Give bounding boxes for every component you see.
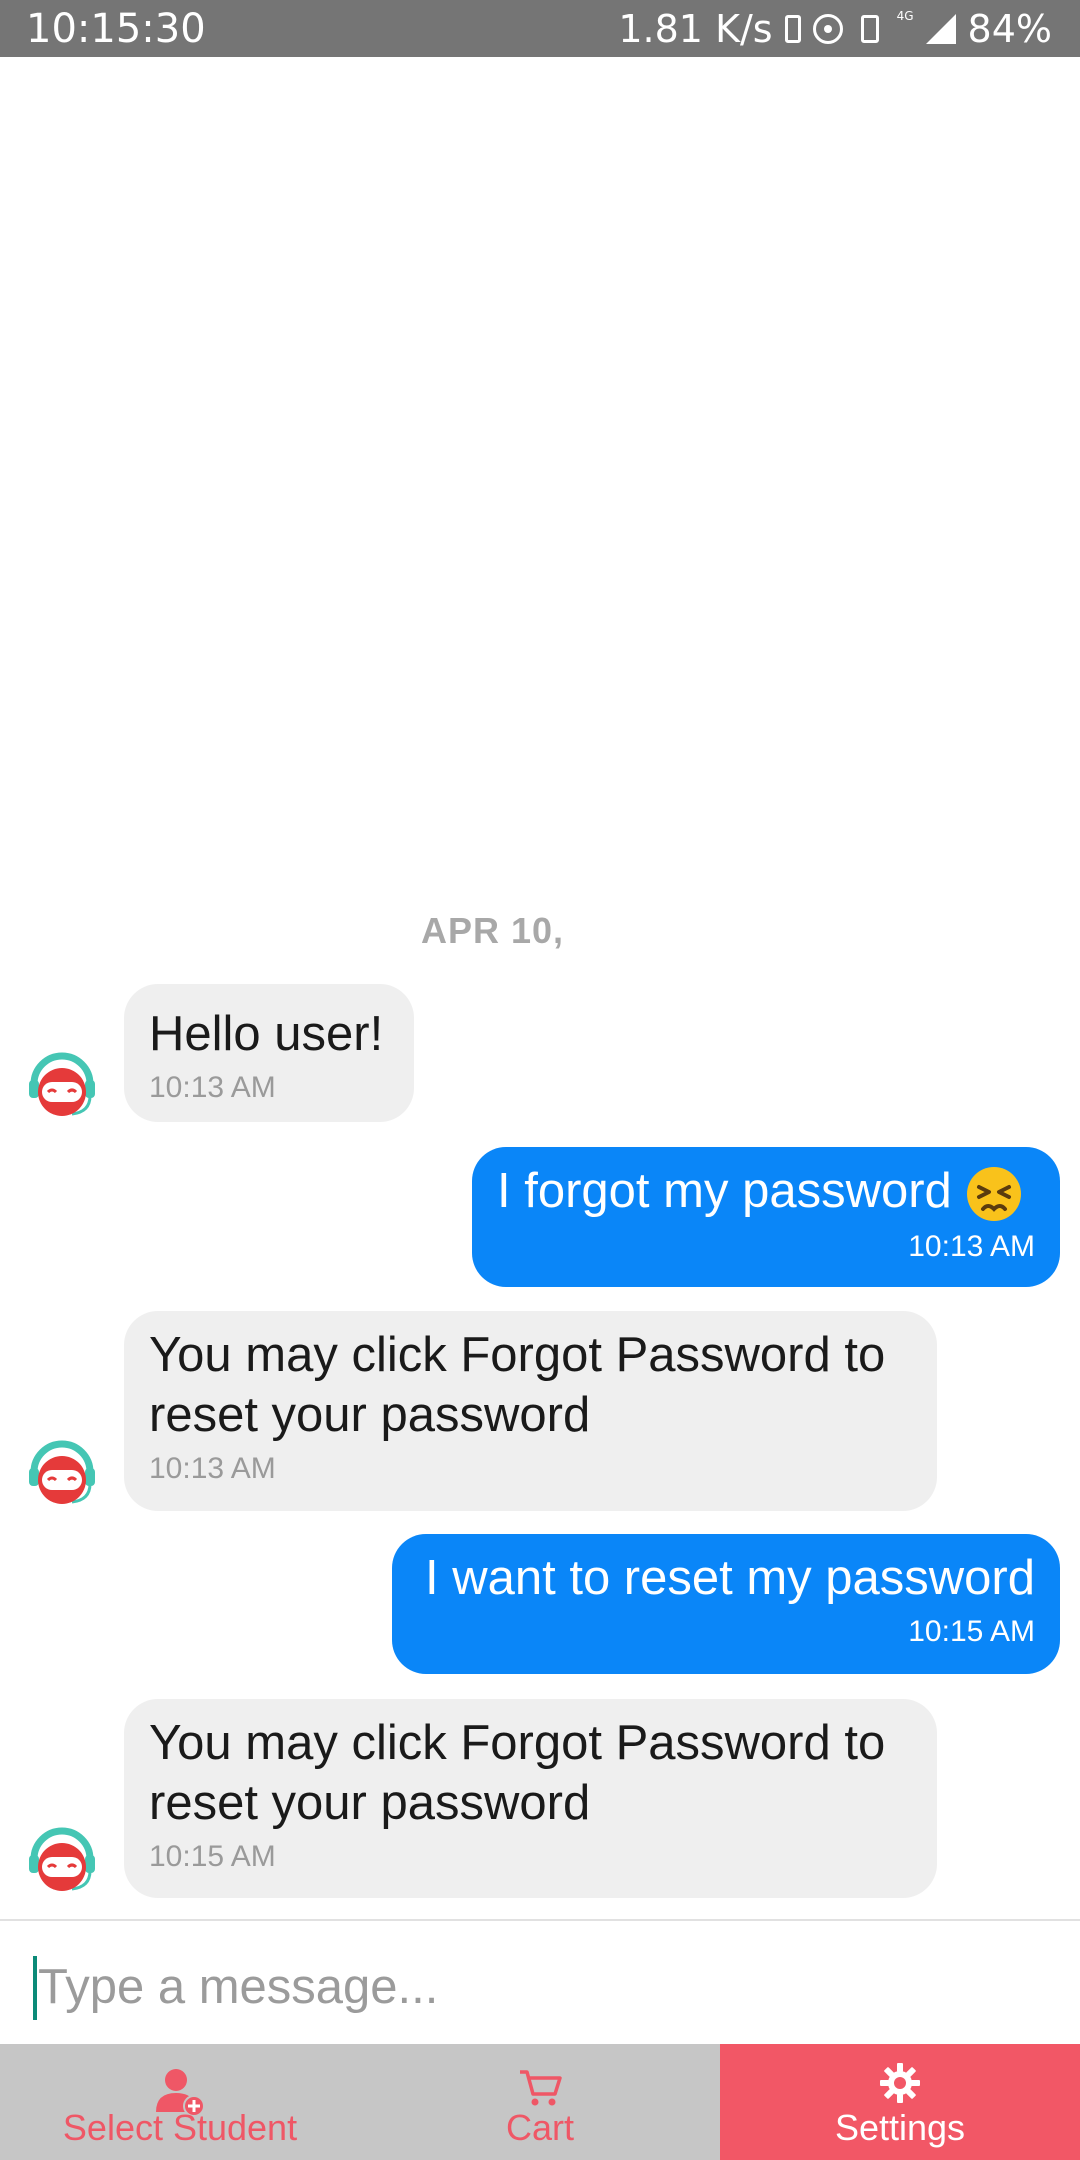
status-icons: 1.81 K/s 4G 84% xyxy=(618,6,1052,52)
phone-icon xyxy=(784,15,801,43)
text-cursor xyxy=(33,1956,37,2020)
nav-label: Select Student xyxy=(62,2107,298,2148)
vibrate-icon xyxy=(860,15,879,43)
message-text: Hello user! xyxy=(149,1007,384,1061)
outgoing-message: I forgot my password 10:13 AM xyxy=(472,1147,1060,1287)
message-time: 10:15 AM xyxy=(149,1840,276,1873)
bot-avatar-icon xyxy=(29,1052,95,1116)
message-text: You may click Forgot Password to reset y… xyxy=(149,1716,886,1830)
status-time: 10:15:30 xyxy=(26,6,206,52)
message-time: 10:13 AM xyxy=(149,1452,276,1485)
cart-icon xyxy=(520,2070,562,2106)
message-time: 10:15 AM xyxy=(908,1615,1035,1648)
message-time: 10:13 AM xyxy=(149,1071,276,1104)
battery-level: 84% xyxy=(967,7,1052,51)
message-time: 10:13 AM xyxy=(908,1230,1035,1264)
message-text: I want to reset my password xyxy=(424,1551,1035,1605)
nav-label: Settings xyxy=(834,2107,966,2148)
incoming-message: Hello user! 10:13 AM xyxy=(124,984,414,1122)
hotspot-icon xyxy=(812,14,843,44)
nav-select-student[interactable]: Select Student xyxy=(0,2044,360,2160)
date-separator: APR 10, xyxy=(420,910,565,951)
network-speed: 1.81 K/s xyxy=(618,7,773,51)
status-bar: 10:15:30 1.81 K/s 4G 84% xyxy=(0,0,1080,57)
bottom-navigation: Select Student Cart Settings xyxy=(0,2044,1080,2160)
incoming-message: You may click Forgot Password to reset y… xyxy=(124,1699,937,1898)
message-text: I forgot my password xyxy=(497,1164,952,1218)
message-composer[interactable]: Type a message... xyxy=(0,1919,1080,2044)
message-text: You may click Forgot Password to reset y… xyxy=(149,1328,886,1442)
incoming-message: You may click Forgot Password to reset y… xyxy=(124,1311,937,1511)
persevering-face-icon xyxy=(967,1167,1022,1222)
network-type: 4G xyxy=(896,9,914,23)
nav-cart[interactable]: Cart xyxy=(360,2044,720,2160)
nav-settings[interactable]: Settings xyxy=(720,2044,1080,2160)
nav-label: Cart xyxy=(505,2107,574,2148)
message-input[interactable]: Type a message... xyxy=(38,1959,438,2015)
gear-icon xyxy=(880,2063,920,2103)
bot-avatar-icon xyxy=(29,1827,95,1891)
outgoing-message: I want to reset my password 10:15 AM xyxy=(392,1534,1060,1674)
signal-icon xyxy=(925,14,956,44)
bot-avatar-icon xyxy=(29,1440,95,1504)
